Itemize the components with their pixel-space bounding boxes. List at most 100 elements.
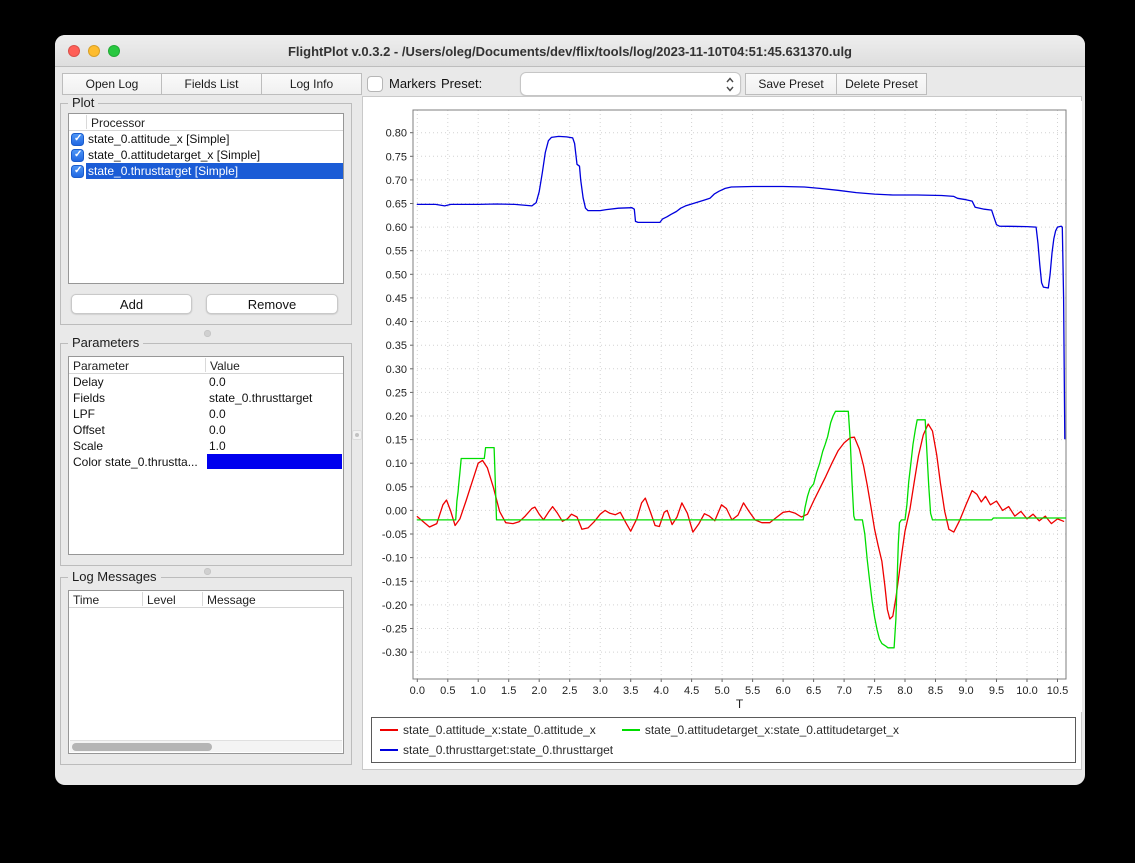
param-name: Delay [73,375,104,389]
message-column-header: Message [207,593,256,607]
preset-combobox[interactable] [520,72,741,96]
svg-text:0.80: 0.80 [386,128,407,140]
log-messages-table: Time Level Message [68,590,344,754]
add-button[interactable]: Add [71,294,192,314]
svg-text:-0.25: -0.25 [382,624,407,636]
list-item-label: state_0.attitude_x [Simple] [86,131,343,147]
svg-text:6.0: 6.0 [775,685,790,697]
vertical-split-handle[interactable] [352,430,362,440]
combo-stepper-icon[interactable] [725,76,735,93]
svg-text:4.0: 4.0 [654,685,669,697]
save-preset-button[interactable]: Save Preset [745,73,837,95]
svg-text:10.0: 10.0 [1016,685,1037,697]
svg-text:0.60: 0.60 [386,222,407,234]
svg-text:-0.10: -0.10 [382,553,407,565]
svg-text:1.0: 1.0 [471,685,486,697]
svg-text:7.0: 7.0 [836,685,851,697]
svg-text:9.5: 9.5 [989,685,1004,697]
list-item-attitude-x[interactable]: state_0.attitude_x [Simple] [69,131,343,147]
svg-text:4.5: 4.5 [684,685,699,697]
svg-text:2.0: 2.0 [532,685,547,697]
flightplot-window: FlightPlot v.0.3.2 - /Users/oleg/Documen… [55,35,1085,785]
markers-checkbox[interactable] [367,76,383,92]
plot-series-list: Processor state_0.attitude_x [Simple] st… [68,113,344,284]
param-value[interactable]: 0.0 [209,407,226,421]
blue-line-swatch-icon [380,749,398,751]
list-item-attitudetarget-x[interactable]: state_0.attitudetarget_x [Simple] [69,147,343,163]
svg-text:8.5: 8.5 [928,685,943,697]
svg-text:6.5: 6.5 [806,685,821,697]
svg-text:0.5: 0.5 [440,685,455,697]
svg-text:0.35: 0.35 [386,340,407,352]
legend-label: state_0.thrusttarget:state_0.thrusttarge… [403,743,613,757]
svg-text:5.5: 5.5 [745,685,760,697]
red-line-swatch-icon [380,729,398,731]
chart-plot[interactable]: 0.00.51.01.52.02.53.03.54.04.55.05.56.06… [363,101,1082,712]
remove-button[interactable]: Remove [206,294,338,314]
param-value[interactable]: 1.0 [209,439,226,453]
checkbox-checked-icon[interactable] [71,149,84,162]
svg-text:0.75: 0.75 [386,151,407,163]
color-swatch[interactable] [207,454,342,469]
parameters-table: Parameter Value Delay 0.0 Fields state_0… [68,356,344,555]
param-name: Fields [73,391,105,405]
param-value[interactable]: 0.0 [209,423,226,437]
legend-label: state_0.attitudetarget_x:state_0.attitud… [645,723,899,737]
list-item-label: state_0.attitudetarget_x [Simple] [86,147,343,163]
green-line-swatch-icon [622,729,640,731]
svg-text:0.10: 0.10 [386,458,407,470]
table-row-lpf: LPF 0.0 [69,406,343,422]
svg-text:8.0: 8.0 [897,685,912,697]
value-column-header: Value [210,359,240,373]
param-name: Scale [73,439,103,453]
delete-preset-button[interactable]: Delete Preset [836,73,927,95]
log-info-button[interactable]: Log Info [261,73,362,95]
list-item-thrusttarget[interactable]: state_0.thrusttarget [Simple] [69,163,343,179]
horizontal-split-handle[interactable] [204,330,211,337]
svg-text:0.00: 0.00 [386,505,407,517]
markers-label: Markers [389,76,436,91]
legend-entry-attitude-x: state_0.attitude_x:state_0.attitude_x [380,723,596,737]
checkbox-checked-icon[interactable] [71,133,84,146]
param-name: Color state_0.thrustta... [73,455,198,469]
svg-text:0.20: 0.20 [386,411,407,423]
open-log-button[interactable]: Open Log [62,73,162,95]
svg-text:0.30: 0.30 [386,364,407,376]
title-bar: FlightPlot v.0.3.2 - /Users/oleg/Documen… [55,35,1085,67]
parameter-column-header: Parameter [73,359,129,373]
plot-group-title: Plot [68,95,98,110]
level-column-header: Level [147,593,176,607]
window-title: FlightPlot v.0.3.2 - /Users/oleg/Documen… [55,35,1085,67]
legend-entry-attitudetarget-x: state_0.attitudetarget_x:state_0.attitud… [622,723,899,737]
parameters-group-title: Parameters [68,335,143,350]
table-row-color: Color state_0.thrustta... [69,454,343,470]
table-row-scale: Scale 1.0 [69,438,343,454]
svg-text:9.0: 9.0 [958,685,973,697]
log-messages-group-title: Log Messages [68,569,161,584]
horizontal-scrollbar[interactable] [70,740,342,752]
horizontal-split-handle[interactable] [204,568,211,575]
parameters-table-header: Parameter Value [69,357,343,374]
log-messages-group: Log Messages Time Level Message [60,577,352,765]
scrollbar-thumb[interactable] [72,743,212,751]
svg-text:3.0: 3.0 [593,685,608,697]
legend-label: state_0.attitude_x:state_0.attitude_x [403,723,596,737]
time-column-header: Time [73,593,99,607]
svg-text:0.70: 0.70 [386,175,407,187]
param-value[interactable]: state_0.thrusttarget [209,391,312,405]
svg-text:0.15: 0.15 [386,435,407,447]
plot-list-header: Processor [69,114,343,131]
svg-text:3.5: 3.5 [623,685,638,697]
svg-text:10.5: 10.5 [1047,685,1068,697]
svg-text:0.65: 0.65 [386,199,407,211]
checkbox-checked-icon[interactable] [71,165,84,178]
fields-list-button[interactable]: Fields List [161,73,262,95]
svg-text:0.25: 0.25 [386,387,407,399]
param-name: Offset [73,423,105,437]
param-value[interactable]: 0.0 [209,375,226,389]
svg-text:-0.20: -0.20 [382,600,407,612]
svg-text:0.05: 0.05 [386,482,407,494]
table-row-delay: Delay 0.0 [69,374,343,390]
svg-text:1.5: 1.5 [501,685,516,697]
svg-text:0.0: 0.0 [410,685,425,697]
